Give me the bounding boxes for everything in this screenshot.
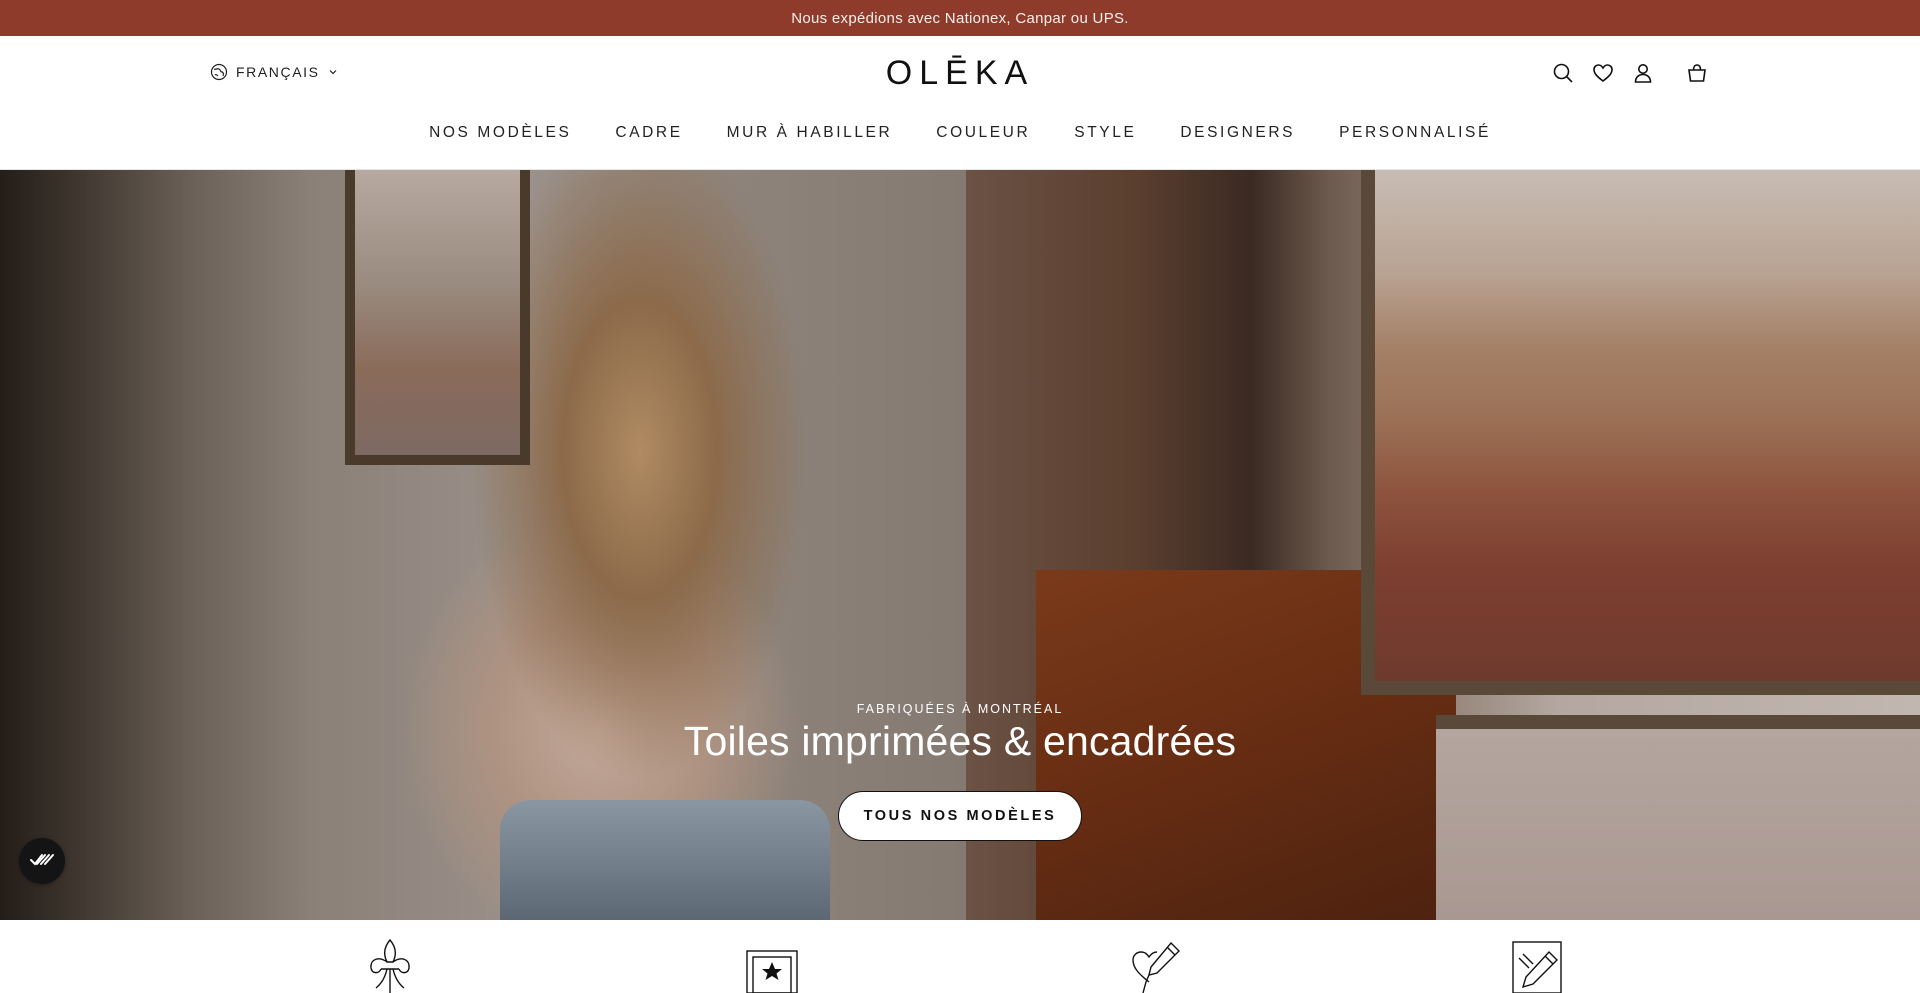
heart-icon[interactable] bbox=[1590, 60, 1616, 86]
language-selector[interactable]: FRANÇAIS bbox=[210, 62, 338, 82]
account-icon[interactable] bbox=[1630, 60, 1656, 86]
features-row bbox=[0, 920, 1920, 993]
announcement-text: Nous expédions avec Nationex, Canpar ou … bbox=[791, 9, 1129, 27]
search-icon[interactable] bbox=[1550, 60, 1576, 86]
site-header: FRANÇAIS OLĒKA NOS MODÈLES CADRE MUR À H… bbox=[0, 36, 1920, 170]
pencil-frame-icon bbox=[1508, 938, 1564, 993]
hero-headline: Toiles imprimées & encadrées bbox=[683, 718, 1237, 764]
site-logo[interactable]: OLĒKA bbox=[886, 54, 1034, 93]
hero-content: FABRIQUÉES À MONTRÉAL Toiles imprimées &… bbox=[0, 170, 1920, 920]
fleur-de-lis-icon bbox=[362, 938, 418, 993]
cart-icon[interactable] bbox=[1684, 60, 1710, 86]
floating-badge[interactable] bbox=[19, 838, 65, 884]
header-icons bbox=[1550, 60, 1710, 86]
announcement-bar: Nous expédions avec Nationex, Canpar ou … bbox=[0, 0, 1920, 36]
checkmarks-icon bbox=[29, 849, 55, 874]
heart-pen-icon bbox=[1126, 938, 1182, 993]
globe-icon bbox=[210, 63, 228, 81]
hero-kicker: FABRIQUÉES À MONTRÉAL bbox=[856, 702, 1064, 716]
language-label: FRANÇAIS bbox=[236, 64, 320, 80]
hero-banner: FABRIQUÉES À MONTRÉAL Toiles imprimées &… bbox=[0, 170, 1920, 920]
chevron-down-icon bbox=[328, 67, 338, 77]
shop-all-button[interactable]: TOUS NOS MODÈLES bbox=[838, 791, 1082, 841]
framed-star-icon bbox=[744, 938, 800, 993]
